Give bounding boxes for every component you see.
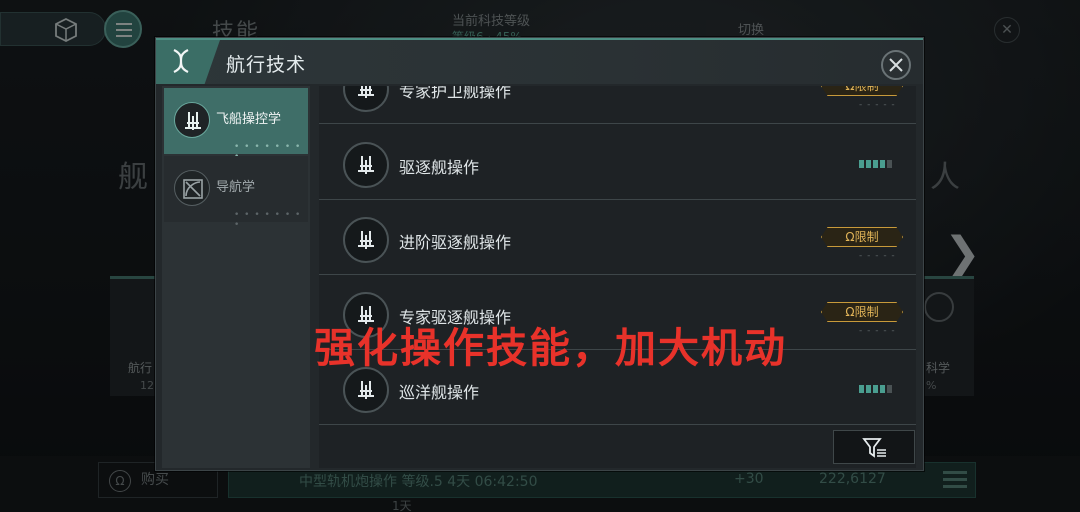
- limit-badge: Ω限制: [821, 302, 903, 322]
- limit-symbol: Ω: [845, 305, 855, 319]
- ship-icon: [343, 217, 389, 263]
- limit-label: 限制: [854, 86, 879, 93]
- filter-button[interactable]: [833, 430, 915, 464]
- limit-label: 限制: [854, 305, 879, 319]
- ship-icon: [174, 102, 210, 138]
- header-tab: [156, 40, 220, 84]
- skill-level-dashes: - - - - -: [859, 251, 896, 261]
- dna-icon: [173, 49, 189, 73]
- level-bar: [887, 160, 892, 168]
- limit-badge: Ω限制: [821, 227, 903, 247]
- skill-level-bars: [859, 385, 892, 393]
- sidebar-item-progress: • • • • • • • •: [234, 210, 302, 230]
- level-bar: [880, 160, 885, 168]
- skill-row[interactable]: 进阶驱逐舰操作 Ω限制 - - - - -: [319, 201, 916, 275]
- level-bar: [873, 385, 878, 393]
- skill-name: 专家护卫舰操作: [399, 86, 512, 101]
- ship-icon: [343, 86, 389, 112]
- limit-label: 限制: [854, 230, 879, 244]
- sidebar-item-label: 导航学: [216, 180, 256, 195]
- skill-name: 进阶驱逐舰操作: [399, 233, 512, 252]
- overlay-caption: 强化操作技能，加大机动: [314, 324, 787, 372]
- skill-category-sidebar: 飞船操控学 • • • • • • • • 导航学 • • • • • • • …: [162, 86, 310, 468]
- level-bar: [880, 385, 885, 393]
- sidebar-item-ship-control[interactable]: 飞船操控学 • • • • • • • •: [164, 88, 308, 162]
- skill-list[interactable]: 专家护卫舰操作 Ω限制 - - - - - 驱逐舰操作 Ω - - - - - …: [319, 86, 916, 468]
- ship-icon: [343, 142, 389, 188]
- level-bar: [866, 160, 871, 168]
- sidebar-item-navigation[interactable]: 导航学 • • • • • • • •: [164, 156, 308, 230]
- skill-row[interactable]: 驱逐舰操作 Ω - - - - -: [319, 126, 916, 200]
- skill-modal: 航行技术 飞船操控学 • • • • • • • •: [155, 37, 924, 471]
- level-bar: [887, 385, 892, 393]
- skill-level-dashes: - - - - -: [859, 100, 896, 110]
- level-bar: [859, 160, 864, 168]
- modal-header: 航行技术: [156, 38, 923, 84]
- limit-symbol: Ω: [845, 230, 855, 244]
- filter-icon: [862, 438, 886, 458]
- modal-close-button[interactable]: [881, 50, 911, 80]
- skill-row[interactable]: 专家护卫舰操作 Ω限制 - - - - -: [319, 86, 916, 124]
- level-bar: [866, 385, 871, 393]
- skill-level-dashes: - - - - -: [859, 326, 896, 336]
- skill-name: 驱逐舰操作: [399, 158, 480, 177]
- skill-level-bars: [859, 160, 892, 168]
- sidebar-item-label: 飞船操控学: [216, 112, 282, 127]
- level-bar: [873, 160, 878, 168]
- close-icon: [889, 58, 903, 72]
- satellite-dish-icon: [174, 170, 210, 206]
- limit-badge: Ω限制: [821, 86, 903, 96]
- modal-title: 航行技术: [226, 54, 307, 76]
- skill-name: 巡洋舰操作: [399, 383, 480, 402]
- limit-symbol: Ω: [845, 86, 855, 93]
- level-bar: [859, 385, 864, 393]
